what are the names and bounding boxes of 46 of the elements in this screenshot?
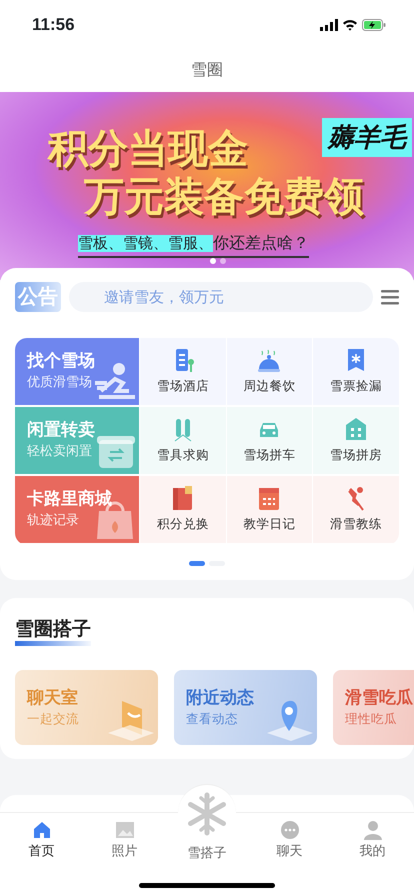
tab-item[interactable]: 我的	[331, 813, 414, 896]
tab-item[interactable]: 聊天	[248, 813, 331, 896]
banner-tag: 薅羊毛	[322, 118, 412, 157]
notice-field[interactable]: 邀请雪友，领万元	[69, 282, 373, 312]
tab-item[interactable]: 雪搭子	[166, 843, 248, 863]
chat-bubble-icon	[278, 819, 300, 841]
card-subtitle: 理性吃瓜	[345, 711, 398, 728]
category-title: 卡路里商城	[27, 488, 113, 510]
category-subtitle: 轨迹记录	[27, 511, 80, 530]
menu-item[interactable]: 滑雪教练	[313, 476, 399, 543]
menu-item[interactable]: 雪场拼房	[313, 407, 399, 474]
banner-headline: 万元装备免费领	[84, 176, 364, 218]
page-title: 雪圈	[191, 61, 223, 81]
menu-icon[interactable]	[381, 289, 399, 305]
section-title: 雪圈搭子	[15, 616, 91, 646]
card-subtitle: 一起交流	[27, 711, 80, 728]
status-time: 11:56	[32, 14, 75, 36]
card-title: 滑雪吃瓜	[345, 686, 414, 709]
snowflake-icon	[185, 792, 229, 836]
person-icon	[362, 819, 384, 841]
category-subtitle: 优质滑雪场	[27, 373, 93, 392]
banner-subtitle: 雪板、雪镜、雪服、你还差点啥？	[78, 232, 309, 258]
page-indicator[interactable]	[189, 561, 205, 566]
card-subtitle: 查看动态	[186, 711, 239, 728]
carousel-dot[interactable]	[220, 258, 226, 264]
image-icon	[114, 819, 136, 841]
menu-item[interactable]: 雪场酒店	[140, 338, 226, 405]
card-title: 聊天室	[27, 686, 79, 709]
carousel-dot[interactable]	[210, 258, 216, 264]
food-cover-icon	[256, 347, 282, 374]
wifi-icon	[342, 19, 358, 31]
card-title: 附近动态	[186, 686, 255, 709]
signal-icon	[320, 19, 338, 31]
menu-item[interactable]: 教学日记	[226, 476, 312, 543]
menu-item[interactable]: 雪票捡漏	[313, 338, 399, 405]
menu-item[interactable]: 周边餐饮	[226, 338, 312, 405]
notice-label: 公告	[15, 282, 61, 312]
category-title: 闲置转卖	[27, 419, 96, 441]
battery-charging-icon	[362, 19, 386, 31]
menu-item[interactable]: 雪场拼车	[226, 407, 312, 474]
tab-item[interactable]: 首页	[0, 813, 83, 896]
banner-headline: 积分当现金	[48, 128, 248, 170]
menu-item[interactable]: 积分兑换	[140, 476, 226, 543]
category-subtitle: 轻松卖闲置	[27, 442, 93, 460]
category-title: 找个雪场	[27, 350, 96, 372]
menu-item[interactable]: 雪具求购	[140, 407, 226, 474]
